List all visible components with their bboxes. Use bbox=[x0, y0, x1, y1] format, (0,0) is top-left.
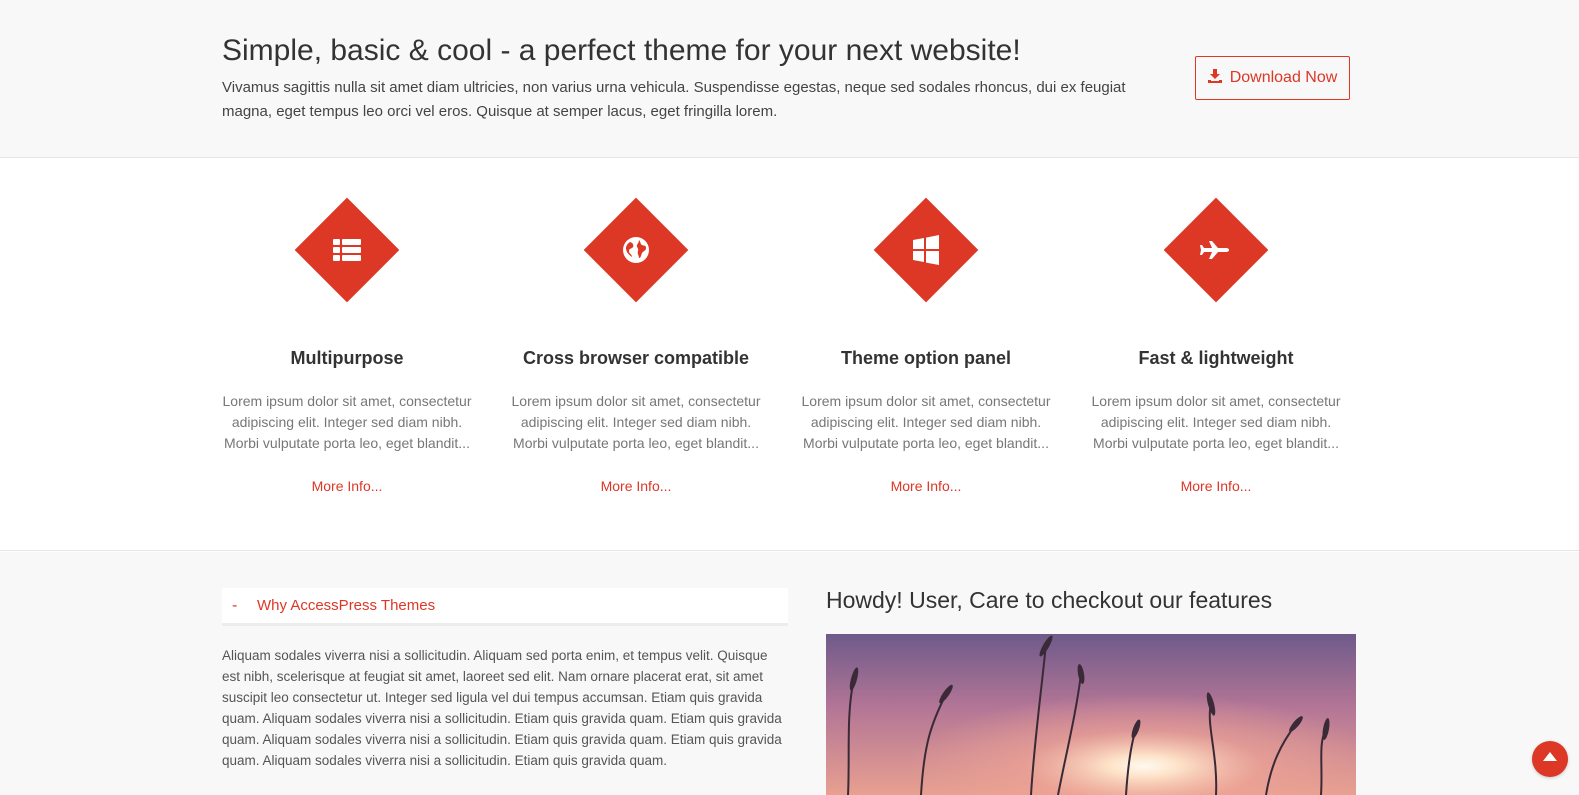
feature-description: Lorem ipsum dolor sit amet, consectetur … bbox=[511, 393, 761, 451]
more-info-link[interactable]: More Info... bbox=[222, 476, 472, 496]
more-info-link[interactable]: More Info... bbox=[1091, 476, 1341, 496]
more-info-link[interactable]: More Info... bbox=[511, 476, 761, 496]
feature-title: Cross browser compatible bbox=[522, 348, 750, 368]
promo-title: Howdy! User, Care to checkout our featur… bbox=[826, 587, 1273, 613]
caret-up-icon bbox=[1542, 750, 1558, 768]
accordion-title: Why AccessPress Themes bbox=[257, 597, 436, 614]
about-section: - Why AccessPress Themes Aliquam sodales… bbox=[0, 552, 1579, 795]
feature-title: Fast & lightweight bbox=[1138, 348, 1294, 368]
download-icon bbox=[1207, 68, 1222, 88]
hero-description: Vivamus sagittis nulla sit amet diam ult… bbox=[222, 79, 1126, 120]
sunset-grass-image bbox=[826, 634, 1356, 795]
list-icon bbox=[310, 213, 384, 287]
download-now-button[interactable]: Download Now bbox=[1195, 56, 1350, 100]
more-info-link[interactable]: More Info... bbox=[801, 476, 1051, 496]
accordion-header[interactable]: - Why AccessPress Themes bbox=[222, 588, 788, 626]
collapse-toggle[interactable]: - bbox=[232, 597, 246, 615]
feature-description: Lorem ipsum dolor sit amet, consectetur … bbox=[222, 393, 472, 451]
globe-icon bbox=[599, 213, 673, 287]
feature-description: Lorem ipsum dolor sit amet, consectetur … bbox=[801, 393, 1051, 451]
feature-title: Multipurpose bbox=[290, 348, 404, 368]
features-section: Multipurpose Lorem ipsum dolor sit amet,… bbox=[0, 158, 1579, 551]
hero-title: Simple, basic & cool - a perfect theme f… bbox=[222, 34, 1021, 67]
feature-description: Lorem ipsum dolor sit amet, consectetur … bbox=[1091, 393, 1341, 451]
hero-banner: Simple, basic & cool - a perfect theme f… bbox=[0, 0, 1579, 158]
download-now-label: Download Now bbox=[1229, 69, 1338, 86]
accordion-content: Aliquam sodales viverra nisi a sollicitu… bbox=[222, 648, 782, 768]
feature-title: Theme option panel bbox=[840, 348, 1011, 368]
windows-icon bbox=[889, 213, 963, 287]
plane-icon bbox=[1179, 213, 1253, 287]
scroll-to-top-button[interactable] bbox=[1532, 741, 1568, 777]
